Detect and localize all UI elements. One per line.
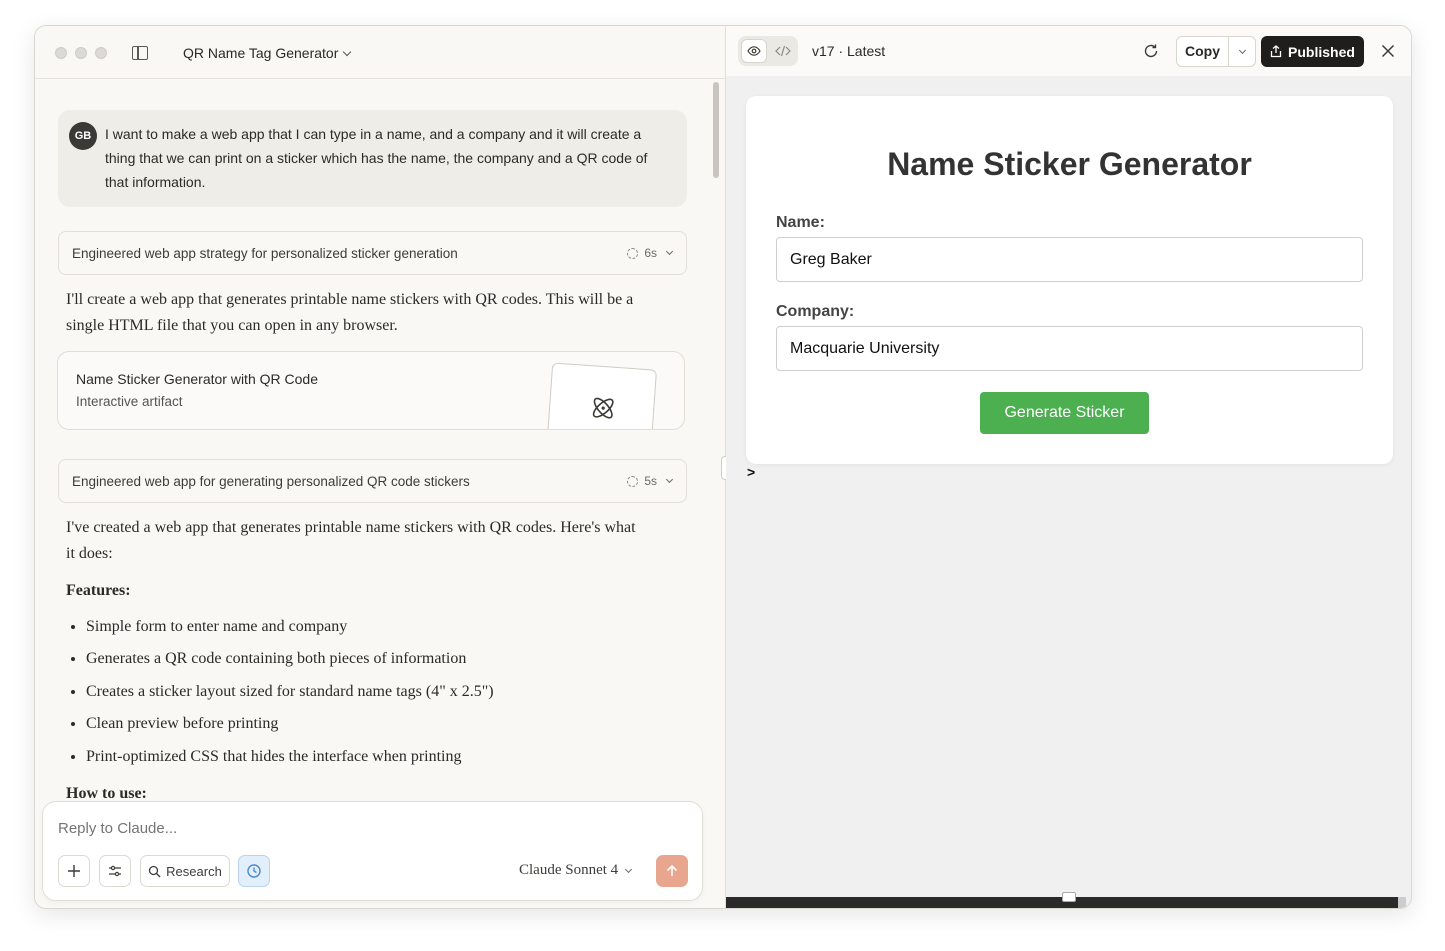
research-label: Research [166, 863, 222, 879]
artifact-header: v17 · Latest Copy Published [726, 26, 1411, 76]
artifact-title: Name Sticker Generator with QR Code [76, 371, 318, 387]
code-icon [775, 45, 791, 57]
sliders-icon [109, 865, 121, 877]
app-window: QR Name Tag Generator GB I want to make … [34, 25, 1412, 909]
preview-scrollbar[interactable] [1398, 897, 1406, 908]
thinking-label: Engineered web app strategy for personal… [72, 246, 458, 261]
plus-icon [68, 865, 80, 877]
reply-input[interactable] [58, 820, 478, 837]
research-button[interactable]: Research [140, 855, 230, 887]
list-item: Clean preview before printing [86, 711, 494, 743]
thinking-summary-1[interactable]: Engineered web app strategy for personal… [58, 231, 687, 275]
sticker-form-card: Name Sticker Generator Name: Company: Ge… [746, 96, 1393, 464]
chat-scrollbar[interactable] [713, 82, 719, 178]
chevron-down-icon [1238, 46, 1247, 54]
thinking-summary-2[interactable]: Engineered web app for generating person… [58, 459, 687, 503]
name-field[interactable] [776, 237, 1363, 282]
code-toggle[interactable] [770, 39, 796, 63]
artifact-thumbnail [545, 362, 658, 429]
artifact-subtitle: Interactive artifact [76, 394, 183, 409]
composer: Research Claude Sonnet 4 [42, 801, 703, 901]
view-toggle [738, 36, 798, 66]
chat-header: QR Name Tag Generator [35, 26, 725, 79]
company-label: Company: [776, 303, 855, 320]
assistant-reply-1: I'll create a web app that generates pri… [66, 291, 634, 334]
chat-pane: QR Name Tag Generator GB I want to make … [35, 26, 725, 908]
artifact-card[interactable]: Name Sticker Generator with QR Code Inte… [57, 351, 685, 430]
atom-icon [592, 397, 614, 419]
copy-options-button[interactable] [1229, 37, 1256, 66]
search-icon [149, 865, 161, 877]
eye-icon [747, 46, 761, 56]
arrow-up-icon [666, 864, 678, 876]
features-list: Simple form to enter name and company Ge… [86, 614, 494, 776]
thinking-duration: 5s [644, 474, 657, 488]
thinking-duration: 6s [644, 246, 657, 260]
list-item: Generates a QR code containing both piec… [86, 646, 494, 678]
model-selector[interactable]: Claude Sonnet 4 [519, 862, 633, 879]
console-prompt: > [747, 464, 756, 480]
maximize-window-button[interactable] [95, 47, 107, 59]
copy-button[interactable]: Copy [1177, 37, 1228, 66]
thinking-label: Engineered web app for generating person… [72, 474, 470, 489]
tools-button[interactable] [99, 855, 131, 887]
chevron-down-icon [343, 47, 352, 56]
model-label: Claude Sonnet 4 [519, 862, 619, 878]
assistant-reply-2: I've created a web app that generates pr… [66, 519, 636, 562]
chevron-down-icon [665, 475, 674, 484]
list-item: Simple form to enter name and company [86, 614, 494, 646]
generate-sticker-button[interactable]: Generate Sticker [980, 392, 1149, 434]
preview-toggle[interactable] [741, 39, 767, 63]
project-title: QR Name Tag Generator [183, 45, 339, 61]
extended-thinking-button[interactable] [238, 855, 270, 887]
project-title-dropdown[interactable]: QR Name Tag Generator [183, 45, 352, 61]
avatar: GB [69, 122, 97, 150]
publish-label: Published [1288, 43, 1355, 60]
clock-icon [247, 864, 261, 878]
close-icon[interactable] [1379, 42, 1397, 60]
list-item: Creates a sticker layout sized for stand… [86, 679, 494, 711]
publish-button[interactable]: Published [1261, 36, 1364, 67]
share-icon [1270, 45, 1282, 58]
name-label: Name: [776, 214, 825, 231]
list-item: Print-optimized CSS that hides the inter… [86, 744, 494, 776]
chevron-down-icon [665, 247, 674, 256]
user-message: GB I want to make a web app that I can t… [58, 110, 687, 207]
user-message-text: I want to make a web app that I can type… [105, 126, 648, 190]
close-window-button[interactable] [55, 47, 67, 59]
add-attachment-button[interactable] [58, 855, 90, 887]
chevron-down-icon [625, 865, 633, 873]
version-label[interactable]: v17 · Latest [812, 43, 885, 59]
artifact-pane: v17 · Latest Copy Published Name Sticker… [726, 26, 1411, 908]
page-title: Name Sticker Generator [887, 146, 1252, 182]
refresh-icon[interactable] [1142, 42, 1160, 60]
features-heading: Features: [66, 582, 131, 599]
send-button[interactable] [656, 855, 688, 887]
timer-icon [627, 247, 639, 259]
company-field[interactable] [776, 326, 1363, 371]
sidebar-toggle-icon[interactable] [132, 46, 148, 60]
timer-icon [627, 475, 639, 487]
minimize-window-button[interactable] [75, 47, 87, 59]
copy-button-group: Copy [1176, 36, 1256, 67]
console-resize-handle[interactable] [1062, 892, 1076, 902]
